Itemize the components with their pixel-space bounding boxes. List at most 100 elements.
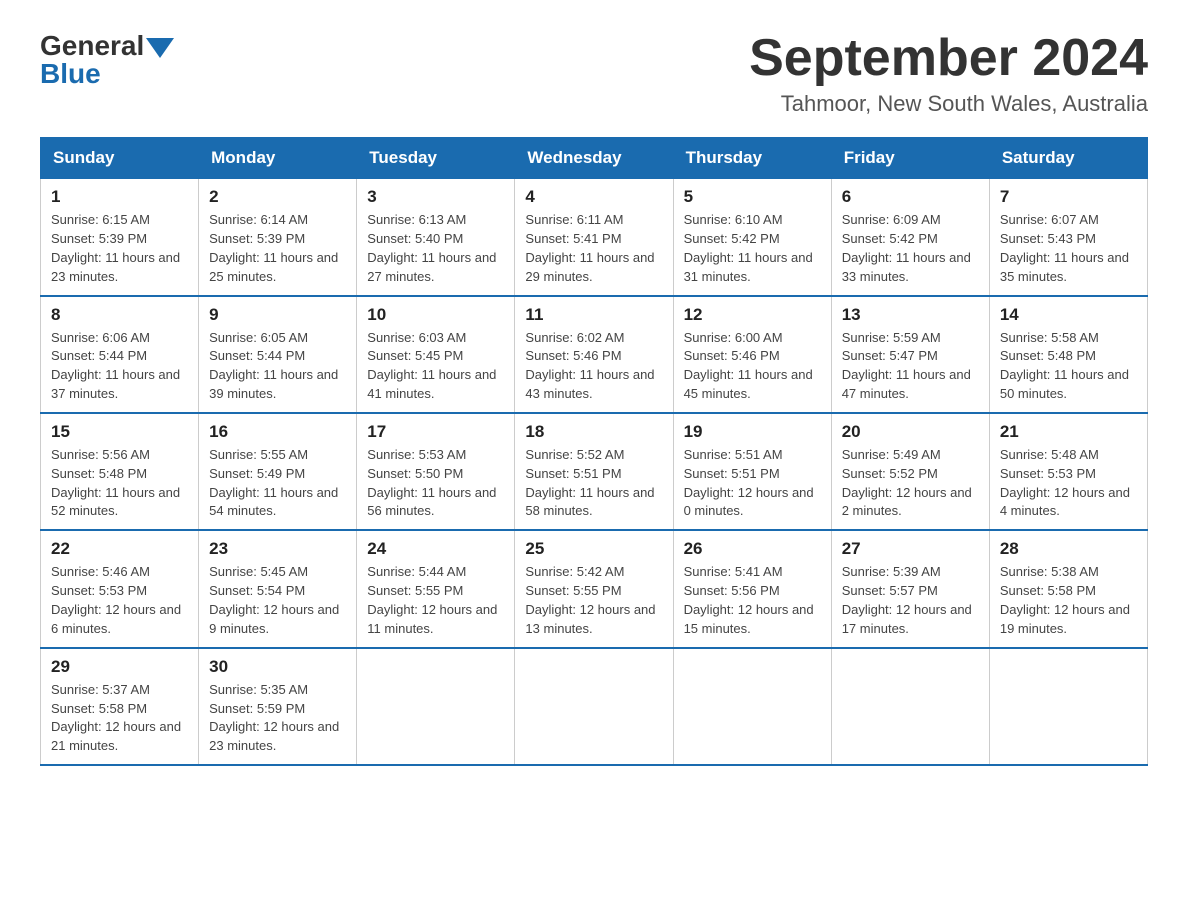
calendar-cell: 18 Sunrise: 5:52 AMSunset: 5:51 PMDayligh… xyxy=(515,413,673,530)
calendar-cell: 25Sunrise: 5:42 AMSunset: 5:55 PMDayligh… xyxy=(515,530,673,647)
title-block: September 2024 Tahmoor, New South Wales,… xyxy=(749,30,1148,117)
calendar-week-row: 22 Sunrise: 5:46 AMSunset: 5:53 PMDayligh… xyxy=(41,530,1148,647)
day-number: 29 xyxy=(51,657,188,677)
calendar-cell: 22 Sunrise: 5:46 AMSunset: 5:53 PMDayligh… xyxy=(41,530,199,647)
day-info: Sunrise: 5:56 AMSunset: 5:48 PMDaylight:… xyxy=(51,446,188,521)
day-info: Sunrise: 6:05 AMSunset: 5:44 PMDaylight:… xyxy=(209,329,346,404)
day-number: 16 xyxy=(209,422,346,442)
day-info: Sunrise: 5:53 AMSunset: 5:50 PMDaylight:… xyxy=(367,446,504,521)
calendar-cell: 10 Sunrise: 6:03 AMSunset: 5:45 PMDayligh… xyxy=(357,296,515,413)
day-info: Sunrise: 5:39 AMSunset: 5:57 PMDaylight:… xyxy=(842,563,979,638)
calendar-cell: 24 Sunrise: 5:44 AMSunset: 5:55 PMDayligh… xyxy=(357,530,515,647)
day-number: 2 xyxy=(209,187,346,207)
day-number: 30 xyxy=(209,657,346,677)
day-number: 22 xyxy=(51,539,188,559)
day-number: 6 xyxy=(842,187,979,207)
page-header: General Blue September 2024 Tahmoor, New… xyxy=(40,30,1148,117)
calendar-cell: 15 Sunrise: 5:56 AMSunset: 5:48 PMDayligh… xyxy=(41,413,199,530)
calendar-cell xyxy=(357,648,515,765)
day-number: 21 xyxy=(1000,422,1137,442)
calendar-cell: 3 Sunrise: 6:13 AMSunset: 5:40 PMDaylight… xyxy=(357,179,515,296)
calendar-cell: 4 Sunrise: 6:11 AMSunset: 5:41 PMDaylight… xyxy=(515,179,673,296)
header-friday: Friday xyxy=(831,138,989,179)
day-info: Sunrise: 6:14 AMSunset: 5:39 PMDaylight:… xyxy=(209,211,346,286)
day-number: 13 xyxy=(842,305,979,325)
location-title: Tahmoor, New South Wales, Australia xyxy=(749,91,1148,117)
calendar-cell: 7 Sunrise: 6:07 AMSunset: 5:43 PMDaylight… xyxy=(989,179,1147,296)
day-info: Sunrise: 6:13 AMSunset: 5:40 PMDaylight:… xyxy=(367,211,504,286)
calendar-cell: 29 Sunrise: 5:37 AMSunset: 5:58 PMDayligh… xyxy=(41,648,199,765)
day-info: Sunrise: 5:52 AMSunset: 5:51 PMDaylight:… xyxy=(525,446,662,521)
day-number: 15 xyxy=(51,422,188,442)
logo-blue: Blue xyxy=(40,58,174,90)
calendar-cell xyxy=(673,648,831,765)
header-wednesday: Wednesday xyxy=(515,138,673,179)
day-info: Sunrise: 5:45 AMSunset: 5:54 PMDaylight:… xyxy=(209,563,346,638)
day-info: Sunrise: 5:49 AMSunset: 5:52 PMDaylight:… xyxy=(842,446,979,521)
calendar-header-row: SundayMondayTuesdayWednesdayThursdayFrid… xyxy=(41,138,1148,179)
day-info: Sunrise: 5:37 AMSunset: 5:58 PMDaylight:… xyxy=(51,681,188,756)
day-number: 1 xyxy=(51,187,188,207)
calendar-cell: 1 Sunrise: 6:15 AMSunset: 5:39 PMDaylight… xyxy=(41,179,199,296)
day-info: Sunrise: 5:48 AMSunset: 5:53 PMDaylight:… xyxy=(1000,446,1137,521)
day-number: 4 xyxy=(525,187,662,207)
calendar-cell: 21 Sunrise: 5:48 AMSunset: 5:53 PMDayligh… xyxy=(989,413,1147,530)
calendar-cell: 9 Sunrise: 6:05 AMSunset: 5:44 PMDaylight… xyxy=(199,296,357,413)
calendar-week-row: 1 Sunrise: 6:15 AMSunset: 5:39 PMDaylight… xyxy=(41,179,1148,296)
day-info: Sunrise: 5:35 AMSunset: 5:59 PMDaylight:… xyxy=(209,681,346,756)
calendar-cell: 26Sunrise: 5:41 AMSunset: 5:56 PMDayligh… xyxy=(673,530,831,647)
day-number: 3 xyxy=(367,187,504,207)
calendar-cell: 23 Sunrise: 5:45 AMSunset: 5:54 PMDayligh… xyxy=(199,530,357,647)
day-number: 12 xyxy=(684,305,821,325)
calendar-cell: 12 Sunrise: 6:00 AMSunset: 5:46 PMDayligh… xyxy=(673,296,831,413)
header-tuesday: Tuesday xyxy=(357,138,515,179)
day-info: Sunrise: 5:44 AMSunset: 5:55 PMDaylight:… xyxy=(367,563,504,638)
calendar-cell: 8 Sunrise: 6:06 AMSunset: 5:44 PMDaylight… xyxy=(41,296,199,413)
day-info: Sunrise: 6:03 AMSunset: 5:45 PMDaylight:… xyxy=(367,329,504,404)
calendar-cell: 11 Sunrise: 6:02 AMSunset: 5:46 PMDayligh… xyxy=(515,296,673,413)
day-number: 20 xyxy=(842,422,979,442)
day-info: Sunrise: 6:15 AMSunset: 5:39 PMDaylight:… xyxy=(51,211,188,286)
day-info: Sunrise: 5:46 AMSunset: 5:53 PMDaylight:… xyxy=(51,563,188,638)
day-info: Sunrise: 5:55 AMSunset: 5:49 PMDaylight:… xyxy=(209,446,346,521)
calendar-cell: 6Sunrise: 6:09 AMSunset: 5:42 PMDaylight… xyxy=(831,179,989,296)
day-info: Sunrise: 5:41 AMSunset: 5:56 PMDaylight:… xyxy=(684,563,821,638)
calendar-cell: 19 Sunrise: 5:51 AMSunset: 5:51 PMDayligh… xyxy=(673,413,831,530)
day-info: Sunrise: 5:59 AMSunset: 5:47 PMDaylight:… xyxy=(842,329,979,404)
day-number: 5 xyxy=(684,187,821,207)
day-number: 27 xyxy=(842,539,979,559)
day-number: 18 xyxy=(525,422,662,442)
day-info: Sunrise: 5:38 AMSunset: 5:58 PMDaylight:… xyxy=(1000,563,1137,638)
day-number: 28 xyxy=(1000,539,1137,559)
day-number: 11 xyxy=(525,305,662,325)
calendar-cell: 13 Sunrise: 5:59 AMSunset: 5:47 PMDayligh… xyxy=(831,296,989,413)
logo: General Blue xyxy=(40,30,174,90)
day-number: 14 xyxy=(1000,305,1137,325)
day-number: 19 xyxy=(684,422,821,442)
day-info: Sunrise: 6:02 AMSunset: 5:46 PMDaylight:… xyxy=(525,329,662,404)
day-info: Sunrise: 6:11 AMSunset: 5:41 PMDaylight:… xyxy=(525,211,662,286)
day-number: 8 xyxy=(51,305,188,325)
day-info: Sunrise: 6:06 AMSunset: 5:44 PMDaylight:… xyxy=(51,329,188,404)
day-info: Sunrise: 6:07 AMSunset: 5:43 PMDaylight:… xyxy=(1000,211,1137,286)
month-title: September 2024 xyxy=(749,30,1148,87)
header-saturday: Saturday xyxy=(989,138,1147,179)
day-info: Sunrise: 6:00 AMSunset: 5:46 PMDaylight:… xyxy=(684,329,821,404)
header-monday: Monday xyxy=(199,138,357,179)
calendar-cell: 28 Sunrise: 5:38 AMSunset: 5:58 PMDayligh… xyxy=(989,530,1147,647)
calendar-cell: 27 Sunrise: 5:39 AMSunset: 5:57 PMDayligh… xyxy=(831,530,989,647)
calendar-cell: 5Sunrise: 6:10 AMSunset: 5:42 PMDaylight… xyxy=(673,179,831,296)
day-number: 23 xyxy=(209,539,346,559)
day-number: 17 xyxy=(367,422,504,442)
day-number: 9 xyxy=(209,305,346,325)
day-number: 24 xyxy=(367,539,504,559)
calendar-cell xyxy=(515,648,673,765)
header-thursday: Thursday xyxy=(673,138,831,179)
day-number: 10 xyxy=(367,305,504,325)
calendar-cell: 16 Sunrise: 5:55 AMSunset: 5:49 PMDayligh… xyxy=(199,413,357,530)
calendar-cell: 20 Sunrise: 5:49 AMSunset: 5:52 PMDayligh… xyxy=(831,413,989,530)
calendar-table: SundayMondayTuesdayWednesdayThursdayFrid… xyxy=(40,137,1148,766)
day-number: 7 xyxy=(1000,187,1137,207)
day-info: Sunrise: 5:58 AMSunset: 5:48 PMDaylight:… xyxy=(1000,329,1137,404)
day-info: Sunrise: 5:51 AMSunset: 5:51 PMDaylight:… xyxy=(684,446,821,521)
